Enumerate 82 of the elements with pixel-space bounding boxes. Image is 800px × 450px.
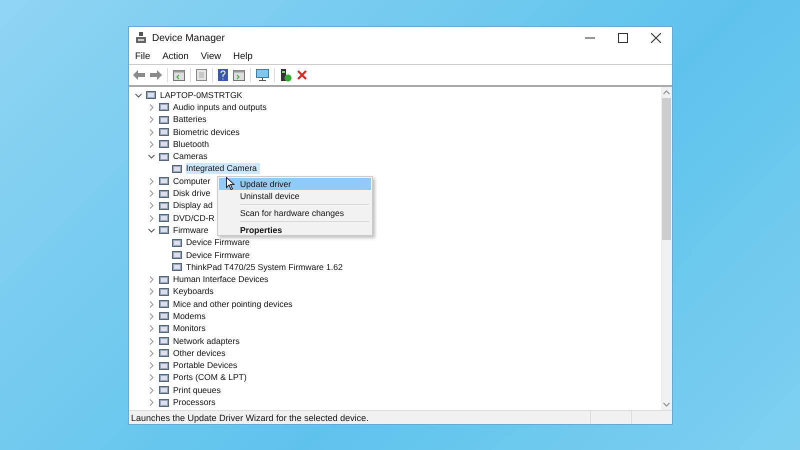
menu-item[interactable]: Help bbox=[233, 51, 253, 62]
caret-icon[interactable] bbox=[148, 226, 155, 234]
scrollbar[interactable] bbox=[661, 87, 672, 410]
tree-item[interactable]: Modems bbox=[173, 310, 206, 322]
tree-item[interactable]: LAPTOP-0MSTRTGK bbox=[160, 90, 242, 101]
tree-item[interactable]: Processors bbox=[173, 397, 216, 408]
device-icon bbox=[172, 238, 182, 248]
page-icon[interactable] bbox=[196, 69, 207, 81]
menu-item[interactable]: Scan for hardware changes bbox=[219, 207, 371, 219]
device-icon bbox=[159, 398, 169, 408]
device-icon bbox=[159, 385, 169, 396]
scroll-up-icon[interactable] bbox=[663, 90, 670, 95]
device-icon bbox=[159, 274, 169, 285]
forward-icon[interactable] bbox=[150, 70, 162, 80]
monitor-icon[interactable] bbox=[256, 69, 269, 81]
device-icon bbox=[159, 360, 169, 371]
device-icon bbox=[172, 164, 182, 174]
tree-item[interactable]: Integrated Camera bbox=[186, 163, 260, 174]
device-icon bbox=[159, 200, 169, 211]
tree-item[interactable]: ThinkPad T470/25 System Firmware 1.62 bbox=[186, 262, 343, 273]
tree-item[interactable]: Computer bbox=[173, 176, 210, 187]
caret-icon[interactable] bbox=[135, 92, 142, 99]
delete-icon[interactable] bbox=[297, 70, 307, 80]
menu-item[interactable]: File bbox=[135, 51, 150, 62]
menu-item[interactable]: Action bbox=[162, 51, 189, 62]
window-title: Device Manager bbox=[152, 32, 225, 44]
device-icon bbox=[159, 176, 169, 186]
scroll-thumb[interactable] bbox=[662, 98, 671, 240]
tree-item[interactable]: Other devices bbox=[173, 348, 226, 359]
device-icon bbox=[159, 286, 169, 297]
help-icon[interactable] bbox=[218, 69, 228, 81]
tree-item[interactable]: Audio inputs and outputs bbox=[173, 102, 267, 113]
device-icon bbox=[159, 114, 169, 125]
device-icon bbox=[159, 324, 169, 334]
device-icon bbox=[159, 225, 169, 236]
tree-item[interactable]: Print queues bbox=[173, 384, 221, 396]
tree-item[interactable]: DVD/CD-R bbox=[173, 212, 215, 224]
tree-item[interactable]: Disk drive bbox=[173, 188, 210, 200]
device-icon bbox=[159, 102, 169, 112]
device-icon bbox=[146, 90, 156, 100]
device-plus-icon[interactable] bbox=[280, 68, 292, 82]
tree-item[interactable]: Cameras bbox=[173, 151, 208, 162]
window-icon[interactable] bbox=[173, 70, 185, 80]
close-icon[interactable] bbox=[650, 33, 660, 43]
status-text: Launches the Update Driver Wizard for the selected device. bbox=[130, 412, 370, 422]
tree-item[interactable]: Portable Devices bbox=[173, 360, 238, 372]
device-icon bbox=[135, 32, 147, 44]
tree-item[interactable]: Bluetooth bbox=[173, 138, 209, 150]
device-icon bbox=[159, 372, 169, 383]
caret-icon[interactable] bbox=[148, 153, 155, 160]
tree-item[interactable]: Keyboards bbox=[173, 286, 214, 298]
tree-item[interactable]: Device Firmware bbox=[186, 237, 250, 248]
device-icon bbox=[159, 348, 169, 358]
device-icon bbox=[159, 127, 169, 138]
device-icon bbox=[172, 262, 182, 272]
tree-item[interactable]: Monitors bbox=[173, 323, 206, 334]
menu-item[interactable]: Update driver bbox=[219, 178, 371, 190]
scroll-down-icon[interactable] bbox=[663, 402, 670, 407]
device-icon bbox=[172, 250, 182, 260]
device-icon bbox=[159, 311, 169, 322]
menu-item[interactable]: Uninstall device bbox=[219, 190, 371, 202]
back-icon[interactable] bbox=[133, 70, 145, 80]
menu-item[interactable]: View bbox=[200, 51, 222, 62]
device-icon bbox=[159, 336, 169, 346]
device-icon bbox=[159, 152, 169, 162]
menu-item[interactable]: Properties bbox=[219, 224, 371, 236]
tree-item[interactable]: Network adapters bbox=[173, 336, 240, 347]
maximize-icon[interactable] bbox=[618, 33, 628, 43]
cursor-icon bbox=[226, 177, 235, 190]
tree-item[interactable]: Batteries bbox=[173, 114, 207, 126]
device-icon bbox=[159, 299, 169, 310]
tree-item[interactable]: Display ad bbox=[173, 200, 213, 212]
tree-item[interactable]: Firmware bbox=[173, 224, 208, 236]
tree-item[interactable]: Ports (COM & LPT) bbox=[173, 372, 247, 384]
tree-item[interactable]: Device Firmware bbox=[186, 250, 250, 260]
device-icon bbox=[159, 213, 169, 224]
device-icon bbox=[159, 188, 169, 199]
tree-item[interactable]: Biometric devices bbox=[173, 126, 240, 138]
tree-item[interactable]: Mice and other pointing devices bbox=[173, 298, 293, 310]
window-icon[interactable] bbox=[233, 70, 245, 80]
device-icon bbox=[159, 139, 169, 150]
tree-item[interactable]: Human Interface Devices bbox=[173, 274, 268, 286]
